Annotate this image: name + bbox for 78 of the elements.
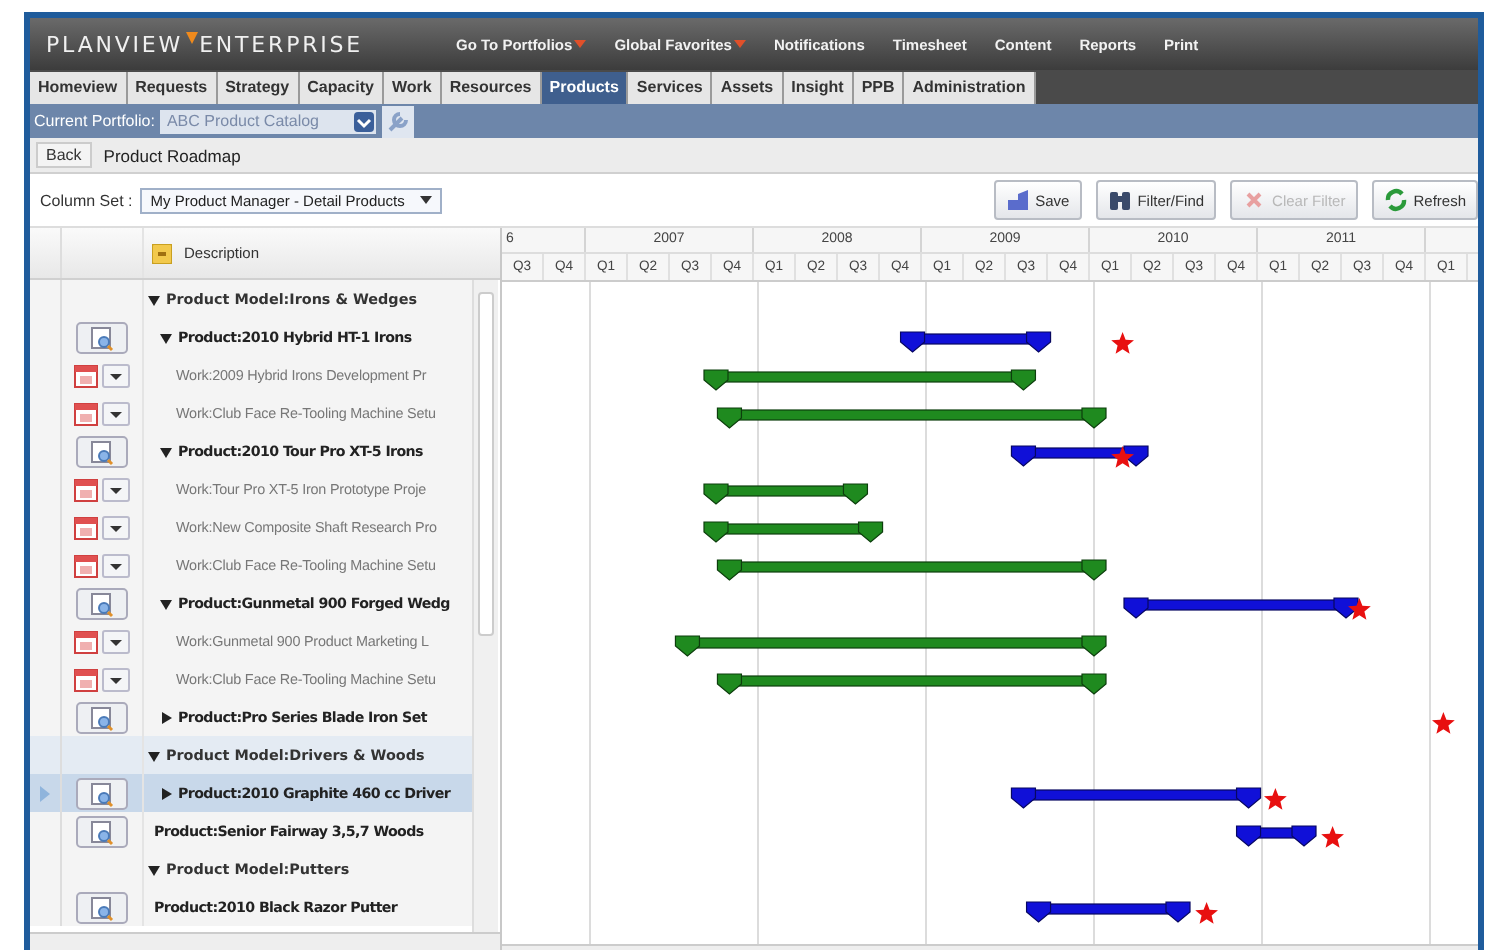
- collapse-arrow-icon[interactable]: [160, 597, 172, 609]
- document-search-button[interactable]: [76, 701, 128, 733]
- nav-tab[interactable]: Resources: [441, 72, 542, 104]
- collapse-arrow-icon[interactable]: [160, 331, 172, 343]
- timeline-bar[interactable]: [703, 483, 869, 505]
- timeline-bar[interactable]: [1235, 825, 1317, 847]
- milestone-star-icon[interactable]: [1111, 446, 1134, 468]
- dropdown-arrow-icon: [420, 196, 433, 204]
- collapse-arrow-icon[interactable]: [148, 749, 160, 761]
- binoculars-icon: [1107, 188, 1132, 212]
- calendar-icon: [74, 553, 98, 577]
- calendar-icon: [74, 629, 98, 653]
- column-set-label: Column Set :: [40, 191, 133, 209]
- collapse-arrow-icon[interactable]: [160, 445, 172, 457]
- vertical-scrollbar[interactable]: [472, 280, 498, 932]
- milestone-star-icon[interactable]: [1348, 598, 1371, 620]
- dropdown-button[interactable]: [102, 667, 130, 691]
- collapse-arrow-icon[interactable]: [148, 293, 160, 305]
- timeline-bar[interactable]: [716, 407, 1107, 429]
- logo: PLANVIEW ENTERPRISE: [46, 31, 366, 57]
- dropdown-arrow-icon: [354, 111, 375, 131]
- nav-tab[interactable]: Assets: [712, 72, 784, 104]
- calendar-icon: [74, 667, 98, 691]
- column-icon: [152, 243, 172, 263]
- page-title: Product Roadmap: [103, 145, 241, 165]
- milestone-star-icon[interactable]: [1321, 826, 1344, 848]
- wrench-icon[interactable]: [382, 105, 415, 137]
- timeline-bar[interactable]: [716, 673, 1107, 695]
- nav-tab[interactable]: Strategy: [217, 72, 300, 104]
- dropdown-button[interactable]: [102, 515, 130, 539]
- nav-tab[interactable]: Administration: [904, 72, 1036, 104]
- expand-arrow-icon[interactable]: [160, 711, 172, 723]
- expand-arrow-icon[interactable]: [160, 787, 172, 799]
- horizontal-scrollbar[interactable]: [30, 932, 500, 950]
- milestone-star-icon[interactable]: [1195, 902, 1218, 924]
- calendar-icon: [74, 363, 98, 387]
- nav-tab[interactable]: Capacity: [299, 72, 384, 104]
- milestone-star-icon[interactable]: [1432, 712, 1455, 734]
- timeline-bar[interactable]: [1010, 787, 1262, 809]
- dropdown-button[interactable]: [102, 477, 130, 501]
- milestone-star-icon[interactable]: [1264, 788, 1287, 810]
- logo-mark-icon: [185, 31, 198, 43]
- document-search-button[interactable]: [76, 321, 128, 353]
- document-search-button[interactable]: [76, 435, 128, 467]
- nav-tab[interactable]: Requests: [127, 72, 218, 104]
- dropdown-button[interactable]: [102, 553, 130, 577]
- timeline-bar[interactable]: [703, 521, 884, 543]
- clear-filter-icon: [1242, 188, 1267, 212]
- dropdown-button[interactable]: [102, 629, 130, 653]
- collapse-arrow-icon[interactable]: [148, 863, 160, 875]
- dropdown-button[interactable]: [102, 401, 130, 425]
- dropdown-button[interactable]: [102, 363, 130, 387]
- document-search-button[interactable]: [76, 891, 128, 923]
- nav-tab[interactable]: Services: [628, 72, 713, 104]
- nav-tab[interactable]: Products: [541, 72, 629, 104]
- nav-tab[interactable]: Work: [383, 72, 442, 104]
- document-search-button[interactable]: [76, 587, 128, 619]
- document-search-button[interactable]: [76, 815, 128, 847]
- timeline-bar[interactable]: [674, 635, 1107, 657]
- calendar-icon: [74, 477, 98, 501]
- row-pointer-icon: [40, 785, 50, 801]
- nav-tab[interactable]: PPB: [853, 72, 905, 104]
- nav-tab[interactable]: Insight: [783, 72, 854, 104]
- timeline-bar[interactable]: [899, 331, 1052, 353]
- nav-tab[interactable]: Homeview: [30, 72, 128, 104]
- timeline-bar[interactable]: [703, 369, 1037, 391]
- portfolio-label: Current Portfolio:: [34, 112, 155, 130]
- calendar-icon: [74, 515, 98, 539]
- timeline-bar[interactable]: [1123, 597, 1359, 619]
- save-icon: [1005, 188, 1030, 212]
- timeline-bar[interactable]: [716, 559, 1107, 581]
- milestone-star-icon[interactable]: [1111, 332, 1134, 354]
- calendar-icon: [74, 401, 98, 425]
- timeline-bar[interactable]: [1025, 901, 1191, 923]
- timeline-bar[interactable]: [1010, 445, 1149, 467]
- document-search-button[interactable]: [76, 777, 128, 809]
- back-button[interactable]: Back: [36, 142, 92, 168]
- refresh-icon: [1383, 188, 1408, 212]
